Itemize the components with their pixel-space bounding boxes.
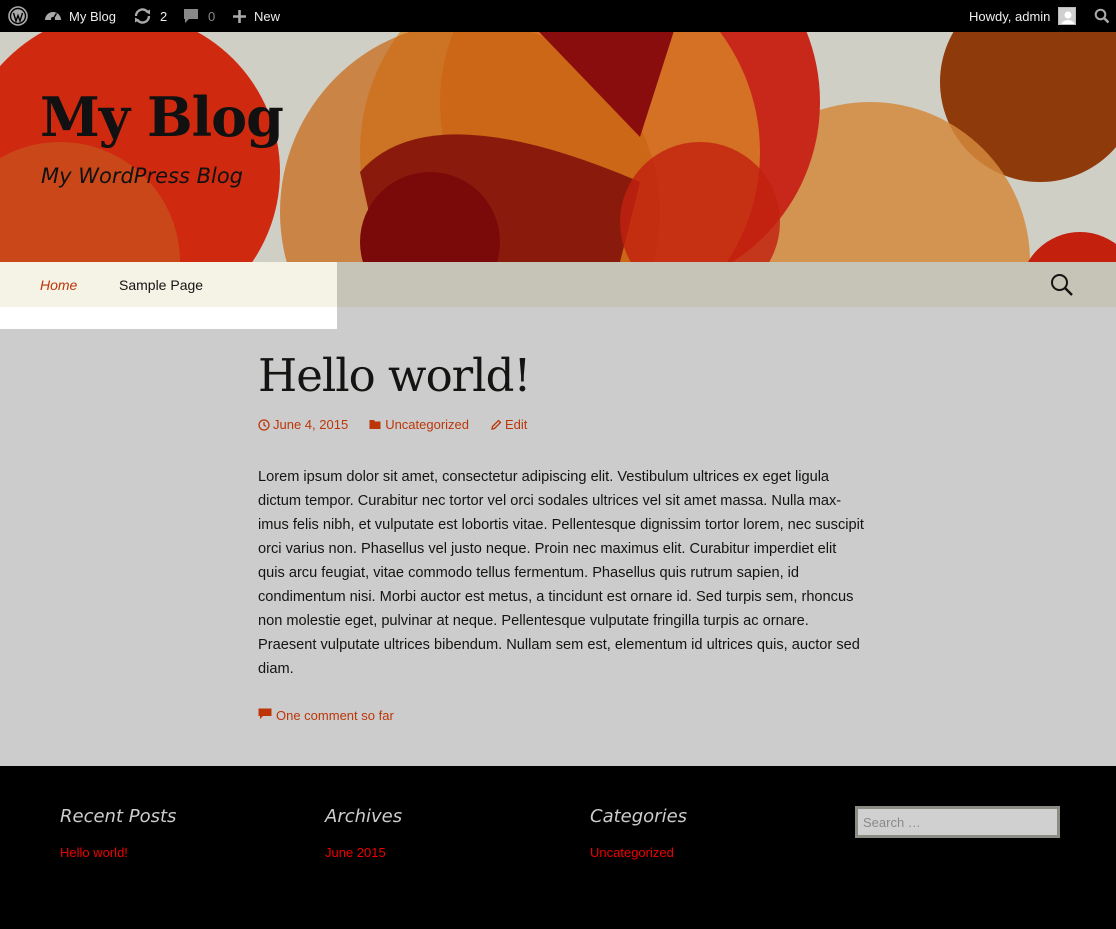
site-name-label: My Blog	[69, 8, 116, 24]
recent-post-link[interactable]: Hello world!	[60, 845, 176, 860]
dashboard-icon	[44, 7, 62, 25]
greeting-text: Howdy, admin	[969, 8, 1051, 24]
edit-label: Edit	[505, 417, 528, 432]
site-description: My WordPress Blog	[41, 164, 243, 188]
avatar	[1058, 7, 1077, 25]
comments-link[interactable]: One comment so far	[258, 708, 394, 723]
widget-archives: Archives June 2015	[325, 806, 402, 860]
search-toggle-button[interactable]	[1050, 273, 1074, 297]
widget-title-archives: Archives	[325, 806, 403, 827]
main-content: Hello world! June 4, 2015 Uncategorized	[0, 307, 1116, 766]
post-category-link[interactable]: Uncategorized	[369, 417, 469, 432]
pencil-icon	[490, 419, 502, 431]
updates-menu[interactable]: 2	[133, 0, 167, 32]
updates-count: 2	[160, 8, 168, 24]
footer-search-input[interactable]	[855, 806, 1060, 838]
widget-title-recent-posts: Recent Posts	[60, 806, 177, 827]
widget-title-categories: Categories	[590, 806, 688, 827]
updates-icon	[133, 7, 152, 25]
navigation-bar: Home Sample Page	[0, 262, 1116, 307]
admin-search-icon	[1094, 8, 1110, 24]
nav-item-sample-page[interactable]: Sample Page	[119, 262, 203, 307]
site-name-menu[interactable]: My Blog	[44, 0, 116, 32]
category-link[interactable]: Uncategorized	[590, 845, 687, 860]
post-body: Lorem ipsum dolor sit amet, consectetur …	[258, 469, 864, 677]
site-footer: Recent Posts Hello world! Archives June …	[0, 766, 1116, 929]
comments-menu[interactable]: 0	[183, 0, 215, 32]
primary-menu: Home Sample Page	[0, 262, 337, 307]
comment-bubble-icon	[183, 8, 199, 24]
comments-link-label: One comment so far	[276, 708, 394, 723]
clock-icon	[258, 418, 270, 431]
widget-recent-posts: Recent Posts Hello world!	[60, 806, 176, 860]
archive-link[interactable]: June 2015	[325, 845, 402, 860]
admin-search-button[interactable]	[1094, 0, 1110, 32]
post-title[interactable]: Hello world!	[258, 349, 531, 402]
site-title[interactable]: My Blog	[40, 90, 284, 144]
post-edit-link[interactable]: Edit	[490, 417, 527, 432]
entry-meta: June 4, 2015 Uncategorized Edit	[258, 417, 548, 432]
post-date: June 4, 2015	[273, 417, 349, 432]
new-content-menu[interactable]: New	[232, 0, 280, 32]
post-category: Uncategorized	[385, 417, 470, 432]
admin-bar: My Blog 2 0 New Howdy, admin	[0, 0, 1116, 32]
post-date-link[interactable]: June 4, 2015	[258, 417, 348, 432]
comments-count: 0	[208, 8, 216, 24]
wordpress-logo-menu[interactable]	[8, 0, 28, 32]
new-label: New	[254, 8, 281, 24]
plus-icon	[232, 9, 247, 24]
wordpress-icon	[8, 6, 28, 26]
site-header: My Blog My WordPress Blog	[0, 32, 1116, 262]
widget-categories: Categories Uncategorized	[590, 806, 687, 860]
search-icon	[1050, 274, 1074, 301]
comment-icon	[258, 708, 272, 723]
folder-icon	[369, 419, 382, 430]
nav-item-home[interactable]: Home	[40, 262, 77, 307]
my-account-menu[interactable]: Howdy, admin	[969, 0, 1077, 32]
